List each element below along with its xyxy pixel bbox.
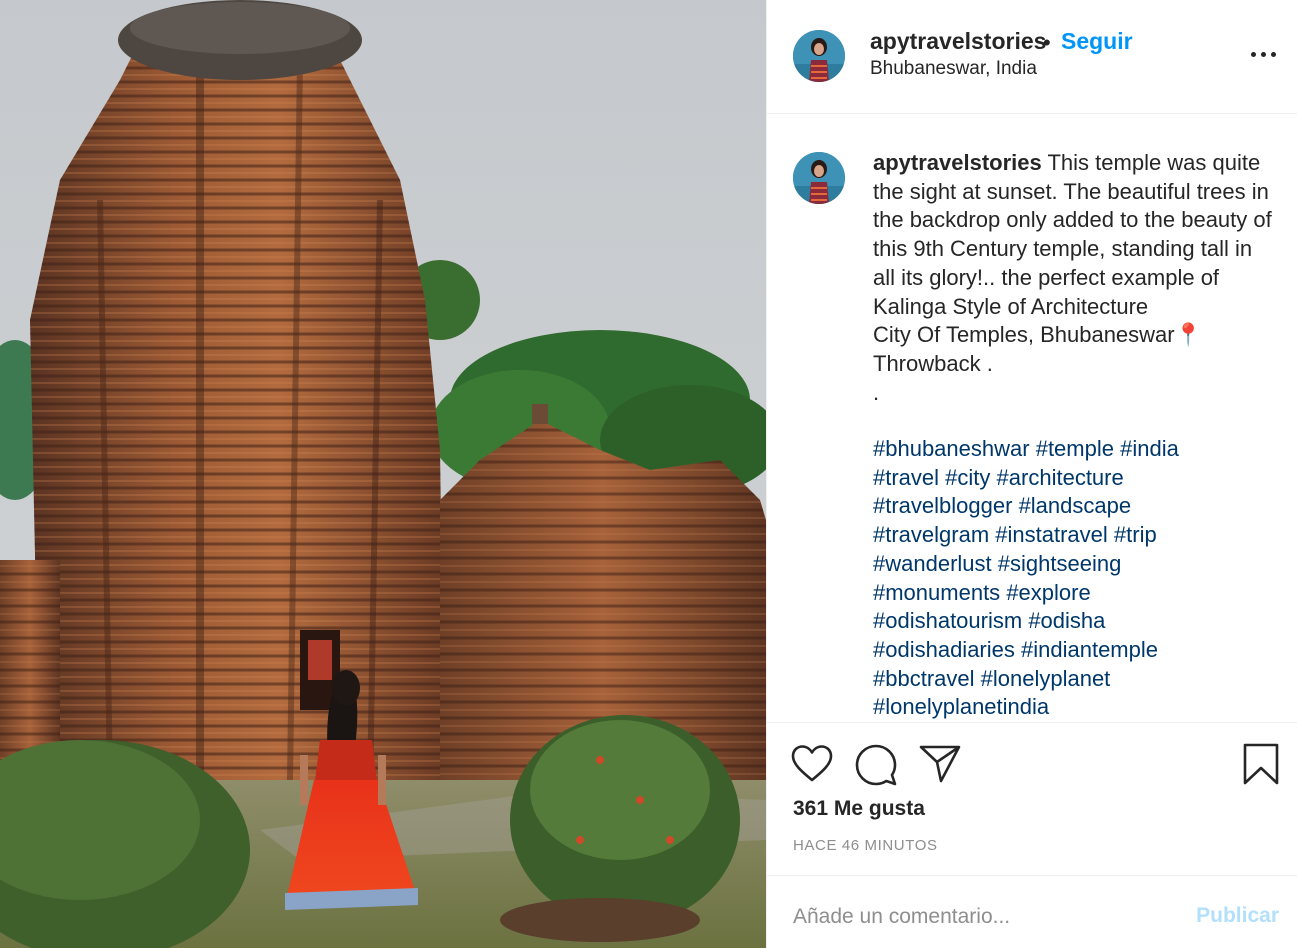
bookmark-icon[interactable]	[1243, 743, 1279, 785]
comment-input[interactable]	[793, 902, 1173, 932]
header-username[interactable]: apytravelstories	[870, 28, 1046, 55]
post-location[interactable]: Bhubaneswar, India	[870, 58, 1037, 80]
caption-area: apytravelstories This temple was quite t…	[767, 114, 1297, 722]
hashtag-link[interactable]: #wanderlust	[873, 551, 992, 576]
hashtag-link[interactable]: #travelgram	[873, 522, 989, 547]
follow-button[interactable]: Seguir	[1061, 28, 1133, 55]
hashtag-link[interactable]: #india	[1120, 436, 1179, 461]
hashtag-link[interactable]: #odishadiaries	[873, 637, 1015, 662]
hashtag-link[interactable]: #lonelyplanetindia	[873, 694, 1049, 719]
post-side-panel: apytravelstories • Seguir Bhubaneswar, I…	[766, 0, 1297, 948]
hashtag-link[interactable]: #landscape	[1019, 493, 1132, 518]
share-icon[interactable]	[919, 745, 961, 783]
post-actions: 361 Me gusta HACE 46 MINUTOS	[767, 722, 1297, 876]
post-photo[interactable]	[0, 0, 766, 948]
hashtag-link[interactable]: #travel	[873, 465, 939, 490]
post-header: apytravelstories • Seguir Bhubaneswar, I…	[767, 0, 1297, 114]
heart-icon[interactable]	[791, 745, 833, 783]
comment-icon[interactable]	[855, 744, 897, 786]
hashtag-link[interactable]: #trip	[1114, 522, 1157, 547]
hashtag-link[interactable]: #instatravel	[995, 522, 1108, 547]
hashtag-link[interactable]: #odisha	[1028, 608, 1105, 633]
hashtag-line: #bhubaneshwar #temple #india	[873, 435, 1273, 464]
hashtag-line: #odishatourism #odisha	[873, 607, 1273, 636]
header-avatar[interactable]	[793, 30, 845, 82]
likes-count[interactable]: 361 Me gusta	[793, 797, 925, 821]
hashtag-link[interactable]: #temple	[1036, 436, 1114, 461]
hashtag-line: #wanderlust #sightseeing	[873, 550, 1273, 579]
hashtag-link[interactable]: #indiantemple	[1021, 637, 1158, 662]
hashtag-link[interactable]: #architecture	[997, 465, 1124, 490]
temple-photo-illustration	[0, 0, 766, 948]
caption-body: This temple was quite the sight at sunse…	[873, 150, 1272, 405]
hashtag-link[interactable]: #lonelyplanet	[981, 666, 1111, 691]
caption-username[interactable]: apytravelstories	[873, 150, 1042, 175]
hashtag-link[interactable]: #bhubaneshwar	[873, 436, 1030, 461]
publish-button[interactable]: Publicar	[1196, 904, 1279, 928]
hashtag-link[interactable]: #bbctravel	[873, 666, 975, 691]
hashtag-link[interactable]: #monuments	[873, 580, 1000, 605]
hashtag-link[interactable]: #city	[945, 465, 990, 490]
post-timestamp[interactable]: HACE 46 MINUTOS	[793, 837, 938, 854]
caption-text: apytravelstories This temple was quite t…	[873, 149, 1273, 407]
hashtag-link[interactable]: #odishatourism	[873, 608, 1022, 633]
separator-dot: •	[1043, 30, 1051, 55]
avatar-image	[793, 152, 845, 204]
caption-avatar[interactable]	[793, 152, 845, 204]
avatar-image	[793, 30, 845, 82]
hashtag-line: #bbctravel #lonelyplanet	[873, 665, 1273, 694]
hashtag-line: #odishadiaries #indiantemple	[873, 636, 1273, 665]
hashtag-line: #lonelyplanetindia	[873, 693, 1273, 722]
comment-box: Publicar	[767, 876, 1297, 948]
more-options-icon[interactable]	[1251, 44, 1277, 64]
instagram-post: apytravelstories • Seguir Bhubaneswar, I…	[0, 0, 1297, 948]
hashtag-line: #travelblogger #landscape	[873, 492, 1273, 521]
hashtag-line: #travel #city #architecture	[873, 464, 1273, 493]
hashtag-link[interactable]: #explore	[1006, 580, 1090, 605]
hashtag-link[interactable]: #travelblogger	[873, 493, 1012, 518]
hashtag-link[interactable]: #sightseeing	[998, 551, 1122, 576]
hashtag-list: #bhubaneshwar #temple #india #travel #cit…	[873, 435, 1273, 722]
hashtag-line: #monuments #explore	[873, 579, 1273, 608]
hashtag-line: #travelgram #instatravel #trip	[873, 521, 1273, 550]
